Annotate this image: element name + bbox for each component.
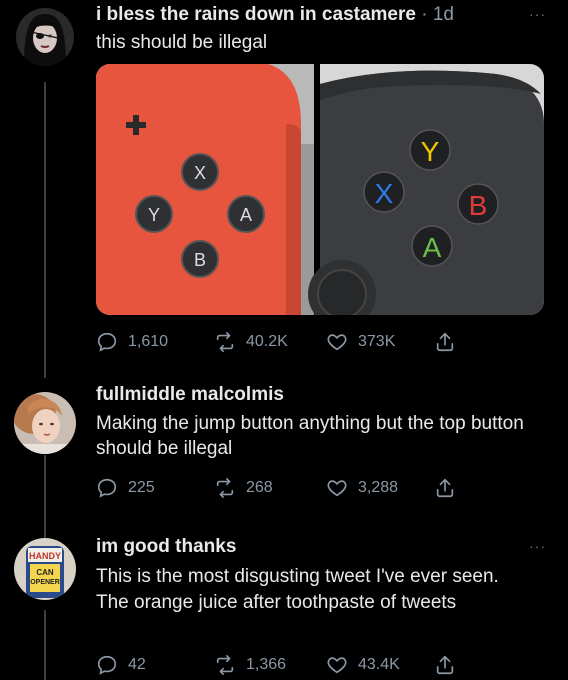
share-button[interactable] xyxy=(434,654,466,676)
reply-icon xyxy=(97,332,117,352)
display-name[interactable]: im good thanks xyxy=(96,536,236,557)
switch-button-bottom-label: B xyxy=(194,250,206,270)
switch-button-left: Y xyxy=(135,195,173,233)
timestamp[interactable]: · 1d xyxy=(421,4,454,25)
more-options-icon[interactable]: ··· xyxy=(529,6,546,22)
like-button[interactable]: 3,288 xyxy=(326,477,398,499)
retweet-button[interactable]: 1,366 xyxy=(214,654,286,676)
switch-button-right: A xyxy=(227,195,265,233)
tweet-header: im good thanks xyxy=(96,536,236,558)
share-icon xyxy=(436,478,454,498)
reply-button[interactable]: 42 xyxy=(96,654,146,676)
tweet-reply[interactable]: fullmiddle malcolmis Making the jump but… xyxy=(0,380,568,530)
avatar[interactable]: HANDY CAN OPENER xyxy=(14,538,76,600)
switch-button-top-label: X xyxy=(194,163,206,183)
retweet-button[interactable]: 40.2K xyxy=(214,331,288,353)
tweet-actions: 42 1,366 43.4K xyxy=(96,654,546,676)
switch-button-right-label: A xyxy=(240,205,252,225)
tweet-reply[interactable]: HANDY CAN OPENER im good thanks ··· This… xyxy=(0,530,568,680)
reply-button[interactable]: 225 xyxy=(96,477,155,499)
tweet-text: this should be illegal xyxy=(96,32,268,53)
retweet-count: 268 xyxy=(246,479,273,496)
avatar-label-line3: OPENER xyxy=(30,579,60,586)
share-button[interactable] xyxy=(434,477,466,499)
switch-button-top: X xyxy=(181,153,219,191)
retweet-count: 40.2K xyxy=(246,333,288,350)
reply-count: 42 xyxy=(128,656,146,673)
like-button[interactable]: 373K xyxy=(326,331,395,353)
reply-icon xyxy=(97,478,117,498)
heart-icon xyxy=(327,480,347,497)
avatar-label-line1: HANDY xyxy=(29,551,61,561)
xbox-button-top-label: Y xyxy=(421,136,440,167)
avatar[interactable] xyxy=(14,392,76,454)
reply-icon xyxy=(97,655,117,675)
share-button[interactable] xyxy=(434,331,466,353)
display-name[interactable]: i bless the rains down in castamere xyxy=(96,4,416,25)
like-button[interactable]: 43.4K xyxy=(326,654,400,676)
retweet-count: 1,366 xyxy=(246,656,287,673)
avatar[interactable] xyxy=(16,8,74,66)
tweet-actions: 225 268 3,288 xyxy=(96,477,546,499)
retweet-button[interactable]: 268 xyxy=(214,477,273,499)
avatar-label-line2: CAN xyxy=(36,568,54,577)
xbox-button-bottom: A xyxy=(411,225,453,267)
reply-count: 1,610 xyxy=(128,333,169,350)
like-count: 43.4K xyxy=(358,656,400,673)
tweet-text: Making the jump button anything but the … xyxy=(96,413,524,459)
xbox-button-right-label: B xyxy=(469,190,488,221)
more-options-icon[interactable]: ··· xyxy=(529,538,546,554)
tweet-text: This is the most disgusting tweet I've e… xyxy=(96,566,499,613)
like-count: 3,288 xyxy=(358,479,399,496)
xbox-button-bottom-label: A xyxy=(423,232,442,263)
xbox-button-left-label: X xyxy=(375,178,394,209)
xbox-button-right: B xyxy=(457,183,499,225)
display-name[interactable]: fullmiddle malcolmis xyxy=(96,384,284,405)
retweet-icon xyxy=(216,478,234,498)
like-count: 373K xyxy=(358,333,396,350)
tweet-actions: 1,610 40.2K 373K xyxy=(96,331,546,353)
tweet-media-image[interactable]: X Y A B Y X B A xyxy=(96,64,544,315)
heart-icon xyxy=(327,657,347,674)
heart-icon xyxy=(327,334,347,351)
share-icon xyxy=(436,332,454,352)
reply-count: 225 xyxy=(128,479,155,496)
tweet-header: fullmiddle malcolmis xyxy=(96,384,284,406)
share-icon xyxy=(436,655,454,675)
switch-button-left-label: Y xyxy=(148,205,160,225)
switch-button-bottom: B xyxy=(181,240,219,278)
tweet-header: i bless the rains down in castamere · 1d xyxy=(96,4,454,26)
xbox-button-top: Y xyxy=(409,129,451,171)
xbox-button-left: X xyxy=(363,171,405,213)
retweet-icon xyxy=(216,332,234,352)
tweet-original[interactable]: i bless the rains down in castamere · 1d… xyxy=(0,0,568,380)
reply-button[interactable]: 1,610 xyxy=(96,331,168,353)
retweet-icon xyxy=(216,655,234,675)
